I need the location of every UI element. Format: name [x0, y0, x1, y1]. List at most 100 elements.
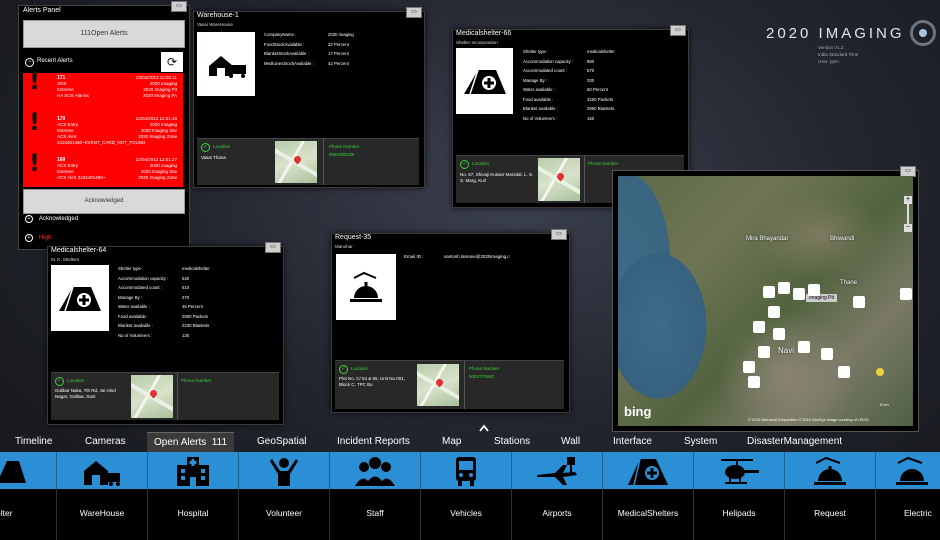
open-alerts-button[interactable]: 111Open Alerts — [23, 20, 185, 48]
map-zoom-control[interactable]: + − — [904, 196, 912, 276]
tab-cameras[interactable]: Cameras — [85, 432, 126, 452]
window-close-button[interactable]: ▭ — [670, 25, 686, 36]
location-map-thumbnail[interactable] — [417, 364, 459, 406]
location-label: Location — [351, 366, 369, 371]
map-marker-icon[interactable] — [763, 286, 775, 298]
map-marker-icon[interactable] — [753, 321, 765, 333]
medical-tent-icon — [51, 265, 109, 331]
map-marker-icon[interactable] — [808, 284, 820, 296]
phone-value: 9004770840 — [469, 374, 495, 379]
field-value: 3250 Packets — [587, 96, 614, 102]
tile-airports[interactable]: Airports — [512, 452, 603, 540]
location-map-thumbnail[interactable] — [538, 158, 580, 201]
field-label: BlanketStockAvailable : — [264, 51, 309, 56]
staff-icon — [355, 457, 395, 486]
collapse-icon[interactable]: − — [25, 58, 34, 67]
map-marker-cluster[interactable] — [743, 276, 865, 396]
alert-list: ! 171 SOS Extreme HA SOS Alarms 22/04/20… — [23, 73, 183, 187]
field-label: No of Volunteers : — [118, 332, 153, 338]
map-marker-icon[interactable] — [793, 288, 805, 300]
alert-item[interactable]: ! 171 SOS Extreme HA SOS Alarms 22/04/20… — [23, 73, 181, 111]
expand-icon[interactable]: + — [25, 234, 33, 242]
field-value: 270 — [182, 294, 190, 300]
tab-incident-reports[interactable]: Incident Reports — [337, 432, 410, 452]
location-value: No. 67, Shivaji Kutwar Marsdal, L. S. S.… — [460, 172, 534, 183]
map-marker-icon[interactable] — [798, 341, 810, 353]
field-value: 2230 Blankets — [182, 323, 210, 328]
map-marker-icon[interactable] — [773, 328, 785, 340]
window-close-button[interactable]: ▭ — [406, 7, 422, 18]
location-map-thumbnail[interactable] — [131, 375, 173, 418]
tile-staff[interactable]: Staff — [330, 452, 421, 540]
tab-wall[interactable]: Wall — [561, 432, 580, 452]
alert-item[interactable]: ! 169 ACS Entry Extreme ACS Alert 343440… — [23, 149, 181, 187]
tile-warehouse[interactable]: WareHouse — [57, 452, 148, 540]
map-scale: 5 km — [880, 402, 889, 407]
tab-timeline[interactable]: Timeline — [15, 432, 52, 452]
map-marker-icon[interactable] — [838, 366, 850, 378]
warning-icon: ! — [29, 149, 40, 177]
location-icon: ✓ — [55, 377, 64, 386]
field-label: Blanket available : — [523, 106, 558, 111]
field-label: Accommodation capacity : — [118, 275, 169, 281]
map-label-bhiwandi: Bhiwandi — [830, 236, 855, 242]
tile-electric[interactable]: Electric — [876, 452, 940, 540]
map-marker-icon[interactable] — [748, 376, 760, 388]
acknowledged-section[interactable]: + Acknowledged — [25, 215, 78, 223]
high-section[interactable]: + High — [25, 234, 51, 242]
tab-geospatial[interactable]: GeoSpatial — [257, 432, 306, 452]
tab-interface[interactable]: Interface — [613, 432, 652, 452]
field-label: Water available : — [118, 304, 150, 309]
map-marker-icon[interactable] — [758, 346, 770, 358]
expand-icon[interactable]: + — [25, 215, 33, 223]
brand-logo: 2020 IMAGING Version V1.2 India Standard… — [766, 25, 905, 64]
tab-system[interactable]: System — [684, 432, 717, 452]
alert-item[interactable]: ! 170 ACS Entry Extreme ACS Alert 343440… — [23, 110, 181, 152]
medical-tent-icon — [628, 458, 668, 486]
warehouse-icon — [197, 32, 255, 96]
location-strip: ✓ Location Plot No. C/ 54 & 55, Unit No.… — [335, 360, 564, 409]
acknowledge-button[interactable]: Acknowledged — [23, 189, 185, 214]
tab-map[interactable]: Map — [442, 432, 461, 452]
tile-helipads[interactable]: Helipads — [694, 452, 785, 540]
tile-vehicles[interactable]: Vehicles — [421, 452, 512, 540]
helicopter-icon — [721, 459, 759, 484]
tile-label: Volunteer — [266, 508, 302, 518]
tab-disaster-management[interactable]: DisasterManagement — [747, 432, 842, 452]
request-35-window[interactable]: Request-35 Manohar ▭ Email ID : santosh.… — [331, 229, 570, 413]
tile-request[interactable]: Request — [785, 452, 876, 540]
zoom-out-icon[interactable]: − — [904, 224, 912, 232]
field-value: 330 — [587, 77, 595, 83]
tab-stations[interactable]: Stations — [494, 432, 530, 452]
refresh-icon[interactable]: ⟳ — [161, 52, 183, 72]
map-marker-icon[interactable] — [821, 348, 833, 360]
map-marker-icon[interactable] — [768, 306, 780, 318]
tab-open-alerts[interactable]: Open Alerts 111 — [147, 432, 235, 453]
warehouse-window[interactable]: Warehouse-1 Vasai WareHouse ▭ CompanyNam… — [193, 7, 425, 188]
menu-scroll-up-icon[interactable] — [478, 420, 490, 432]
location-map-thumbnail[interactable] — [275, 141, 317, 183]
bus-icon — [456, 457, 476, 486]
tile-medical-shelters[interactable]: MedicalShelters — [603, 452, 694, 540]
hospital-icon — [177, 457, 209, 486]
alert-zone: 2020 Imaging Zone — [138, 134, 177, 139]
tile-shelter[interactable]: elter — [0, 452, 57, 540]
map-marker-icon[interactable] — [778, 282, 790, 294]
map-marker-icon[interactable] — [900, 288, 912, 300]
field-label: FoodStockAvailable : — [264, 41, 305, 47]
field-value: 46 Percent — [182, 304, 203, 309]
map-marker-icon[interactable] — [853, 296, 865, 308]
zoom-in-icon[interactable]: + — [904, 196, 912, 204]
recent-alerts-header[interactable]: − Recent Alerts ⟳ — [23, 52, 183, 72]
window-close-button[interactable]: ▭ — [265, 242, 281, 253]
map-marker-pin-icon[interactable] — [876, 368, 884, 376]
tile-hospital[interactable]: Hospital — [148, 452, 239, 540]
phone-label: Phone Number — [469, 366, 500, 371]
alerts-panel-close-button[interactable]: ▭ — [171, 1, 187, 12]
window-close-button[interactable]: ▭ — [551, 229, 567, 240]
tile-volunteer[interactable]: Volunteer — [239, 452, 330, 540]
map-window[interactable]: ▭ Mira Bhayandar Bhiwandi Thane Navi Ima… — [612, 166, 919, 432]
map-marker-icon[interactable] — [743, 361, 755, 373]
satellite-map[interactable]: Mira Bhayandar Bhiwandi Thane Navi Imagi… — [618, 176, 913, 426]
medicalshelter-64-window[interactable]: Medicalshelter-64 M. K. Shelters ▭ Shelt… — [47, 242, 284, 425]
